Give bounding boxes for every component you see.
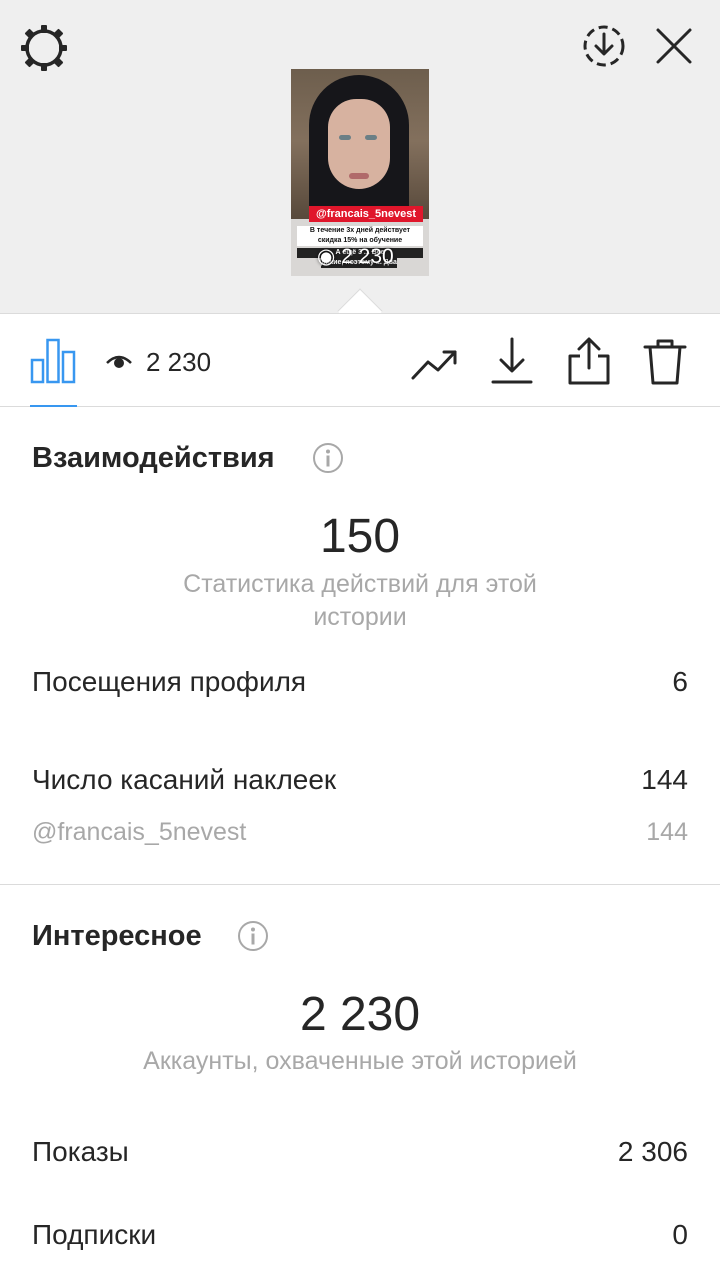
sticker-taps-value: 144: [641, 764, 688, 795]
impressions-label: Показы: [32, 1136, 129, 1167]
discovery-title: Интересное: [32, 920, 202, 952]
interactions-title: Взаимодействия: [32, 442, 275, 474]
download-icon[interactable]: [490, 336, 534, 386]
share-icon[interactable]: [566, 336, 612, 386]
reach-total: 2 230: [299, 988, 421, 1041]
story-header-area: @francais_5nevest В течение 3х дней дейс…: [0, 0, 720, 313]
story-thumbnail[interactable]: @francais_5nevest В течение 3х дней дейс…: [291, 69, 429, 276]
follows-label: Подписки: [32, 1219, 157, 1250]
settings-icon[interactable]: [18, 22, 70, 74]
mention-sticker: @francais_5nevest: [309, 206, 423, 222]
trend-icon[interactable]: [410, 340, 460, 384]
close-icon[interactable]: [654, 26, 694, 66]
story-views-overlay: ◉ 2 230: [317, 245, 394, 269]
impressions-value: 2 306: [617, 1136, 688, 1167]
info-icon[interactable]: [312, 442, 344, 474]
sticker-taps-label: Число касаний наклеек: [32, 764, 337, 795]
sticker-mention-value: 144: [646, 818, 688, 846]
story-caption-line: В течение 3х дней действует: [297, 226, 423, 236]
save-story-icon[interactable]: [580, 22, 628, 70]
follows-value: 0: [672, 1219, 688, 1250]
interactions-caption: Статистика действий для этой истории: [183, 570, 537, 631]
info-icon[interactable]: [237, 920, 269, 952]
eye-icon: ◉: [317, 245, 342, 268]
sticker-mention-label: @francais_5nevest: [32, 818, 247, 846]
story-photo-lips: [349, 173, 369, 179]
interactions-total: 150: [319, 510, 401, 563]
profile-visits-value: 6: [672, 666, 688, 697]
story-views-overlay-count: 2 230: [341, 245, 394, 268]
active-tab-indicator: [30, 405, 77, 407]
story-photo-eye: [339, 135, 351, 140]
profile-visits-label: Посещения профиля: [32, 666, 307, 697]
bar-chart-icon[interactable]: [30, 336, 76, 384]
trash-icon[interactable]: [642, 336, 688, 386]
section-divider: [0, 884, 720, 885]
insights-toolbar: 2 230: [0, 314, 720, 407]
story-photo-eye: [365, 135, 377, 140]
views-count: 2 230: [146, 347, 212, 377]
reach-caption: Аккаунты, охваченные этой историей: [143, 1047, 577, 1075]
eye-icon: [106, 355, 132, 368]
insights-panel: 2 230 Взаимодействия 150 Статистика дейс…: [0, 313, 720, 1280]
